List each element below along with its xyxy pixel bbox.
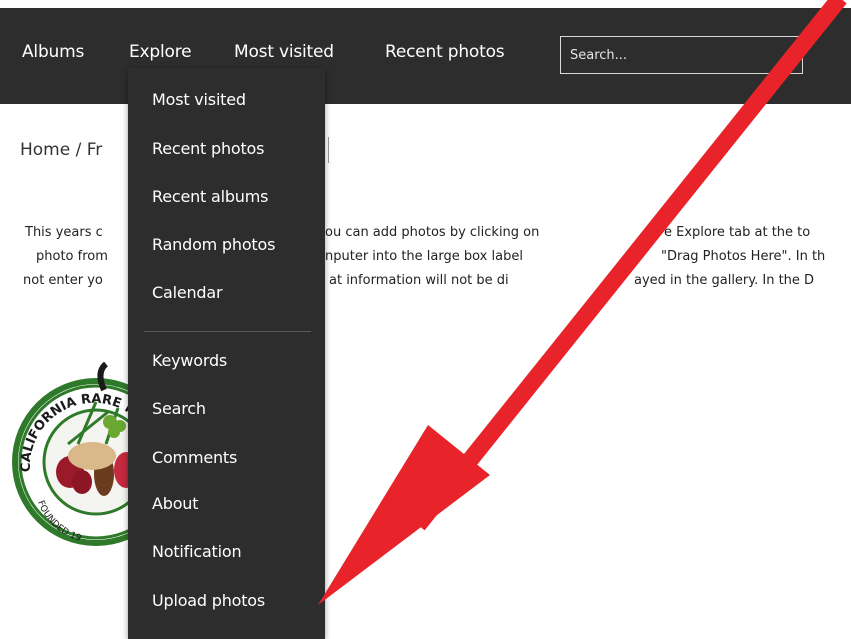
intro-line-2-right: "Drag Photos Here". In th: [661, 249, 826, 264]
menu-item-calendar[interactable]: Calendar: [152, 283, 223, 302]
menu-item-random-photos[interactable]: Random photos: [152, 235, 275, 254]
explore-dropdown-menu: Most visited Recent photos Recent albums…: [128, 68, 325, 639]
nav-explore[interactable]: Explore: [129, 42, 192, 62]
menu-item-notification[interactable]: Notification: [152, 542, 242, 561]
menu-item-comments[interactable]: Comments: [152, 448, 237, 467]
menu-item-upload-photos[interactable]: Upload photos: [152, 591, 265, 610]
intro-text-left: This years c photo from not enter yo: [23, 221, 108, 293]
menu-item-recent-photos[interactable]: Recent photos: [152, 139, 264, 158]
intro-line-1-right: e Explore tab at the to: [664, 225, 811, 240]
top-strip: [0, 0, 851, 8]
intro-text-middle: ou can add photos by clicking on nputer …: [325, 221, 539, 293]
club-logo: CALIFORNIA RARE FRU FOUNDED 19: [8, 362, 148, 552]
intro-line-2-left: photo from: [36, 249, 108, 264]
intro-line-1-left: This years c: [25, 225, 103, 240]
intro-line-1-mid: ou can add photos by clicking on: [325, 225, 540, 240]
nav-recent-photos[interactable]: Recent photos: [385, 42, 505, 62]
menu-item-about[interactable]: About: [152, 494, 199, 513]
nav-most-visited[interactable]: Most visited: [234, 42, 334, 62]
nav-albums[interactable]: Albums: [22, 42, 84, 62]
menu-item-keywords[interactable]: Keywords: [152, 351, 227, 370]
menu-separator: [144, 331, 311, 332]
menu-item-most-visited[interactable]: Most visited: [152, 90, 246, 109]
search-input[interactable]: [560, 36, 803, 74]
intro-line-3-left: not enter yo: [23, 273, 103, 288]
menu-item-recent-albums[interactable]: Recent albums: [152, 187, 268, 206]
intro-line-2-mid: nputer into the large box label: [325, 249, 523, 264]
intro-text-right: e Explore tab at the to "Drag Photos Her…: [634, 221, 826, 293]
breadcrumb: Home / Fr: [20, 140, 103, 160]
logo-seal-icon: CALIFORNIA RARE FRU FOUNDED 19: [12, 362, 148, 546]
intro-line-3-mid: at information will not be di: [329, 273, 509, 288]
menu-item-search[interactable]: Search: [152, 399, 206, 418]
intro-line-3-right: ayed in the gallery. In the D: [634, 273, 815, 288]
